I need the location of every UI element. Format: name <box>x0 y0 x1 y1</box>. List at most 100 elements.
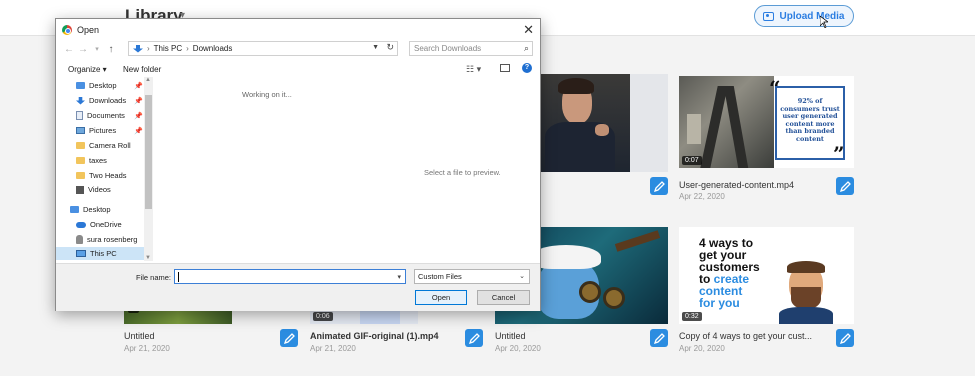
edit-button[interactable] <box>836 329 854 347</box>
file-type-select[interactable]: Custom Files ⌄ <box>414 269 530 284</box>
view-options-icon[interactable]: ☷ ▾ <box>466 64 481 75</box>
ugc-stat-text: 92% of consumers trust user generated co… <box>780 97 840 143</box>
pencil-icon <box>468 332 480 344</box>
dialog-title: Open <box>77 25 100 35</box>
tree-item-pictures[interactable]: Pictures <box>76 126 116 135</box>
card-title: Untitled <box>495 331 526 341</box>
card-date: Apr 20, 2020 <box>679 344 725 353</box>
open-button[interactable]: Open <box>415 290 467 305</box>
preview-pane-icon[interactable] <box>500 64 510 72</box>
folder-icon <box>76 157 85 164</box>
tree-item-desktop[interactable]: Desktop <box>76 81 117 90</box>
up-arrow-icon[interactable]: ↑ <box>104 44 118 55</box>
cancel-button[interactable]: Cancel <box>477 290 530 305</box>
new-folder-button[interactable]: New folder <box>123 65 161 74</box>
tree-item-downloads[interactable]: Downloads <box>76 96 126 105</box>
edit-button[interactable] <box>836 177 854 195</box>
edit-button[interactable] <box>650 177 668 195</box>
edit-button[interactable] <box>280 329 298 347</box>
upload-media-button[interactable]: Upload Media <box>754 5 854 27</box>
navigation-tree: Desktop 📌 Downloads 📌 Documents 📌 Pictur… <box>56 77 154 261</box>
tree-item-documents[interactable]: Documents <box>76 111 125 120</box>
forward-arrow-icon[interactable]: → <box>76 44 90 55</box>
duration-badge: 0:07 <box>682 156 702 165</box>
mouse-cursor-icon <box>820 16 828 28</box>
search-input[interactable]: Search Downloads ⌕ <box>409 41 533 56</box>
tree-item-taxes[interactable]: taxes <box>76 156 107 165</box>
card-date: Apr 22, 2020 <box>679 192 725 201</box>
duration-badge: 0:32 <box>682 312 702 321</box>
chrome-icon <box>62 25 72 35</box>
image-icon <box>763 11 775 21</box>
chevron-down-icon[interactable]: ▾ <box>397 271 401 284</box>
this-pc-icon <box>76 250 86 257</box>
desktop-icon <box>76 82 85 89</box>
scroll-down-icon[interactable]: ▼ <box>145 255 151 261</box>
pencil-icon <box>839 180 851 192</box>
file-list-area[interactable]: Working on it... Select a file to previe… <box>154 77 540 261</box>
pin-icon[interactable]: 📌 <box>134 97 143 105</box>
edit-button[interactable] <box>650 329 668 347</box>
quote-icon: “ <box>769 76 781 100</box>
duration-badge: 0:06 <box>313 312 333 321</box>
tree-item-user[interactable]: sura rosenberg <box>76 235 137 244</box>
tree-item-label: Pictures <box>89 126 117 135</box>
text-caret <box>178 271 179 282</box>
organize-menu[interactable]: Organize ▾ <box>68 65 107 74</box>
file-name-input[interactable]: ▾ <box>174 269 406 284</box>
tree-item-label: This PC <box>90 249 117 258</box>
edit-button[interactable] <box>465 329 483 347</box>
tree-item-label: Two Heads <box>89 171 127 180</box>
onedrive-icon <box>76 221 86 228</box>
tree-item-desktop-root[interactable]: Desktop <box>70 205 111 214</box>
tree-item-videos[interactable]: Videos <box>76 185 111 194</box>
thumb-text: for you <box>699 296 740 310</box>
navigation-bar: ← → ▾ ↑ › This PC › Downloads ▼ ↻ Search… <box>56 40 540 58</box>
chevron-down-icon[interactable]: ▼ <box>372 44 379 51</box>
chevron-down-icon: ⌄ <box>519 273 525 280</box>
card-date: Apr 21, 2020 <box>124 344 170 353</box>
pencil-icon <box>839 332 851 344</box>
scroll-up-icon[interactable]: ▲ <box>145 77 151 83</box>
breadcrumb-item[interactable]: Downloads <box>193 44 233 53</box>
dialog-toolbar: Organize ▾ New folder ☷ ▾ ? <box>56 60 540 77</box>
card-date: Apr 21, 2020 <box>310 344 356 353</box>
search-placeholder: Search Downloads <box>414 44 482 53</box>
media-thumbnail[interactable]: 4 ways to get your customers to create c… <box>679 227 854 324</box>
videos-icon <box>76 185 84 194</box>
chevron-down-icon[interactable]: ▾ <box>90 45 104 53</box>
pin-icon[interactable]: 📌 <box>134 127 143 135</box>
dialog-titlebar[interactable]: Open ✕ <box>56 19 540 41</box>
help-icon[interactable]: ? <box>522 63 532 73</box>
address-bar[interactable]: › This PC › Downloads ▼ ↻ <box>128 41 398 56</box>
media-thumbnail[interactable]: “ ” 92% of consumers trust user generate… <box>679 76 854 168</box>
close-icon[interactable]: ✕ <box>523 22 534 38</box>
documents-icon <box>76 111 83 120</box>
tree-item-label: Videos <box>88 185 111 194</box>
file-type-value: Custom Files <box>418 272 462 281</box>
pencil-icon <box>653 332 665 344</box>
loading-status: Working on it... <box>242 90 292 99</box>
upload-media-label: Upload Media <box>779 10 845 22</box>
pencil-icon <box>283 332 295 344</box>
folder-icon <box>76 172 85 179</box>
tree-item-this-pc[interactable]: This PC <box>56 247 144 260</box>
tree-item-label: Desktop <box>89 81 117 90</box>
tree-item-two-heads[interactable]: Two Heads <box>76 171 127 180</box>
search-icon: ⌕ <box>523 43 529 53</box>
pin-icon[interactable]: 📌 <box>134 112 143 120</box>
tree-item-camera-roll[interactable]: Camera Roll <box>76 141 131 150</box>
media-thumbnail[interactable] <box>540 74 668 172</box>
tree-item-label: taxes <box>89 156 107 165</box>
pin-icon[interactable]: 📌 <box>134 82 143 90</box>
tree-scrollbar[interactable]: ▲ ▼ <box>144 77 153 261</box>
card-title: Copy of 4 ways to get your cust... <box>679 331 813 341</box>
tree-item-label: OneDrive <box>90 220 122 229</box>
back-arrow-icon[interactable]: ← <box>62 44 76 55</box>
card-title: Untitled <box>124 331 155 341</box>
scrollbar-thumb[interactable] <box>145 95 152 209</box>
breadcrumb-item[interactable]: This PC <box>154 44 182 53</box>
downloads-icon <box>133 44 143 53</box>
refresh-icon[interactable]: ↻ <box>386 42 394 53</box>
tree-item-onedrive[interactable]: OneDrive <box>76 220 122 229</box>
